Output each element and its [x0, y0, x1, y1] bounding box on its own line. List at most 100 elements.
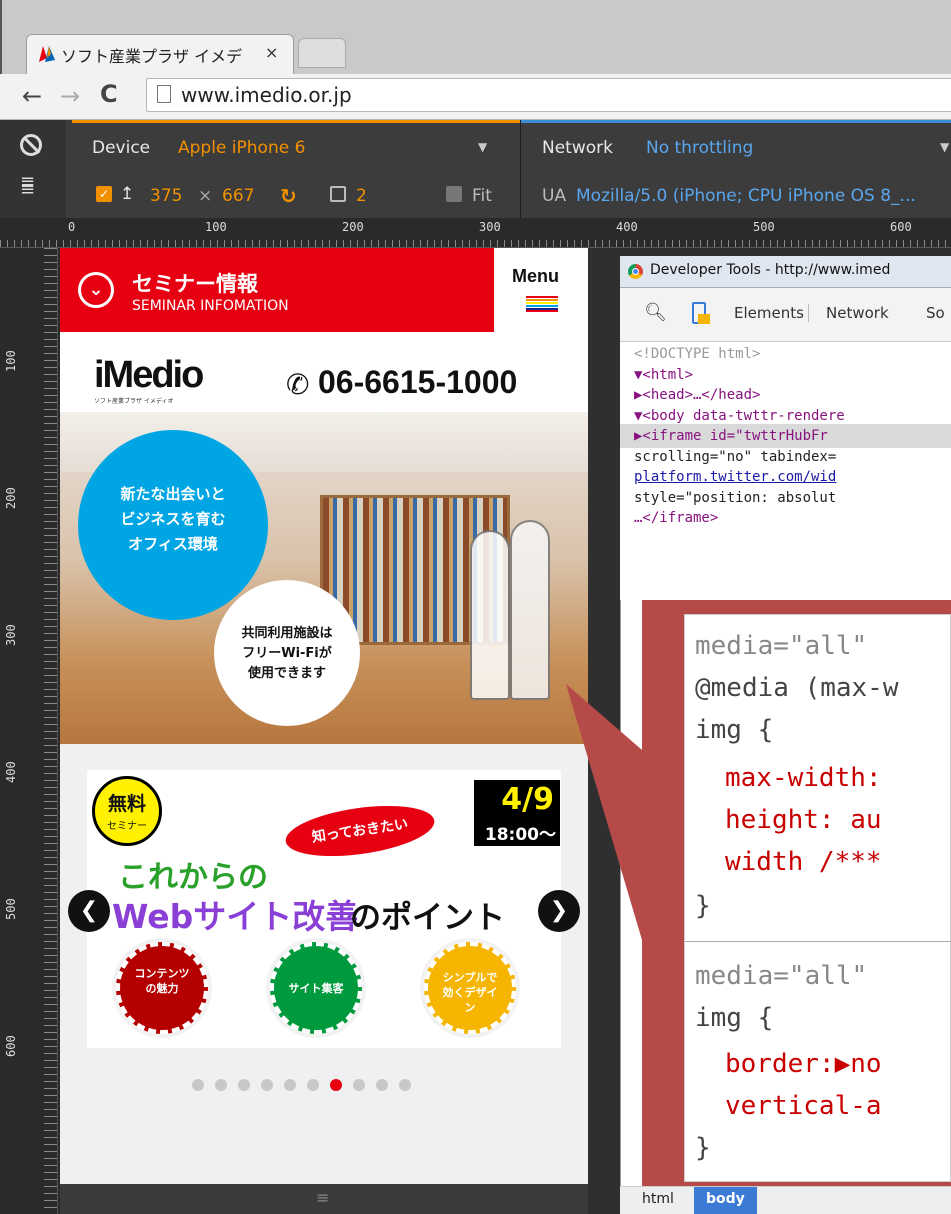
logo-tagline: ソフト産業プラザ イメディオ	[94, 398, 174, 405]
slider-dot[interactable]	[215, 1079, 227, 1091]
times-sign: ×	[198, 186, 213, 206]
ruler-label: 100	[205, 220, 227, 234]
network-accent	[521, 120, 951, 123]
zoom-line: }	[695, 891, 711, 921]
dom-line[interactable]: ▼<body data-twttr-rendere	[634, 408, 951, 429]
zoom-line: border:▶no	[725, 1049, 882, 1079]
ua-input[interactable]: Mozilla/5.0 (iPhone; CPU iPhone OS 8_...	[576, 186, 916, 206]
network-dropdown-icon[interactable]: ▼	[940, 140, 949, 154]
slider-dot[interactable]	[192, 1079, 204, 1091]
tab-sources[interactable]: So	[926, 304, 945, 322]
menu-label: Menu	[512, 266, 559, 286]
seminar-header[interactable]: ⌄ セミナー情報 SEMINAR INFOMATION	[60, 248, 494, 332]
slider-dot[interactable]	[330, 1079, 342, 1091]
zoom-line: media="all"	[695, 631, 868, 661]
zoom-line: img {	[695, 1003, 774, 1033]
menu-button[interactable]: Menu	[494, 248, 588, 332]
banner-time: 18:00〜	[484, 825, 556, 845]
hero-blue-circle: 新たな出会いと ビジネスを育む オフィス環境	[78, 430, 268, 620]
zoom-divider	[685, 941, 951, 942]
address-bar[interactable]: www.imedio.or.jp	[146, 78, 951, 112]
slider-dot[interactable]	[376, 1079, 388, 1091]
device-dropdown-icon[interactable]: ▼	[478, 140, 487, 154]
tab-imedio[interactable]: ソフト産業プラザ イメデ ×	[26, 34, 294, 74]
swap-dimensions-icon[interactable]: ↥	[120, 184, 134, 204]
dom-line[interactable]: scrolling="no" tabindex=	[634, 449, 951, 470]
slider-dots	[192, 1076, 492, 1091]
zoom-line: vertical-a	[725, 1091, 882, 1121]
slider-dot[interactable]	[284, 1079, 296, 1091]
reload-icon[interactable]: C	[100, 80, 118, 108]
zoom-line: width /***	[725, 847, 882, 877]
devtools-tabs: 🔍︎ Elements Network So	[620, 288, 951, 342]
breadcrumb-body[interactable]: body	[694, 1187, 757, 1214]
badge-content-label: コンテンツの魅力	[134, 967, 190, 995]
search-icon[interactable]: 🔍︎	[644, 302, 667, 323]
tab-close-icon[interactable]: ×	[265, 43, 278, 62]
device-mode-icon[interactable]	[692, 302, 710, 324]
tab-title: ソフト産業プラザ イメデ	[61, 47, 243, 66]
device-label: Device	[92, 138, 151, 158]
media-query-icon[interactable]: ≡ ≡	[20, 173, 35, 199]
height-input[interactable]: 667	[222, 186, 254, 206]
free-sublabel: セミナー	[107, 821, 147, 832]
dpr-input[interactable]: 2	[356, 186, 367, 206]
ruler-label: 400	[616, 220, 638, 234]
zoom-line: @media (max-w	[695, 673, 899, 703]
imedio-logo[interactable]: iMedio	[94, 354, 204, 397]
menu-icon	[526, 296, 558, 312]
vertical-ruler	[0, 248, 58, 1214]
resize-grip-icon[interactable]: ≡	[316, 1188, 329, 1207]
ruler-label: 200	[4, 487, 18, 509]
slider-dot[interactable]	[353, 1079, 365, 1091]
tab-elements[interactable]: Elements	[734, 304, 809, 322]
banner-date: 4/9	[501, 782, 554, 817]
badge-design: シンプルで効くデザイン	[424, 942, 516, 1034]
forward-icon[interactable]: →	[60, 82, 80, 110]
fit-checkbox[interactable]	[446, 186, 462, 202]
phone-icon: ✆	[286, 368, 310, 401]
slider-dot[interactable]	[399, 1079, 411, 1091]
breadcrumb-html[interactable]: html	[642, 1191, 674, 1207]
seminar-title: セミナー情報	[132, 272, 258, 296]
toolbar-separator	[520, 120, 521, 218]
dom-line[interactable]: ▶<iframe id="twttrHubFr	[634, 428, 951, 449]
dom-line[interactable]: style="position: absolut	[634, 490, 951, 511]
slider-dot[interactable]	[261, 1079, 273, 1091]
hero-white-circle: 共同利用施設は フリーWi-Fiが 使用できます	[214, 580, 360, 726]
dom-line[interactable]: platform.twitter.com/wid	[634, 469, 951, 490]
badge-traffic-label: サイト集客	[288, 982, 344, 995]
phone-number[interactable]: 06-6615-1000	[318, 364, 517, 401]
tab-network[interactable]: Network	[826, 304, 889, 322]
back-icon[interactable]: ←	[22, 82, 42, 110]
zoom-line: media="all"	[695, 961, 868, 991]
slider-prev-button[interactable]: ❮	[68, 890, 110, 932]
dom-line[interactable]: ▼<html>	[634, 367, 951, 388]
hero-white-line: 使用できます	[247, 666, 326, 681]
no-emulation-icon[interactable]	[20, 134, 42, 156]
network-select[interactable]: No throttling	[646, 138, 753, 158]
dom-tree-lines: <!DOCTYPE html> ▼<html> ▶<head>…</head> ▼…	[634, 346, 951, 531]
dpr-icon	[330, 186, 346, 202]
dom-line[interactable]: <!DOCTYPE html>	[634, 346, 951, 367]
chevron-down-icon[interactable]: ⌄	[78, 272, 114, 308]
zoom-line: max-width:	[725, 763, 882, 793]
chrome-icon	[628, 264, 643, 279]
new-tab-button[interactable]	[298, 38, 346, 68]
slider-dot[interactable]	[307, 1079, 319, 1091]
url-text: www.imedio.or.jp	[181, 83, 352, 107]
ua-label: UA	[542, 186, 567, 206]
device-select[interactable]: Apple iPhone 6	[178, 138, 305, 158]
banner-line2b: のポイント	[350, 900, 505, 936]
viewport-resize-handle[interactable]: ≡	[60, 1184, 588, 1214]
dom-line[interactable]: …</iframe>	[634, 510, 951, 531]
width-input[interactable]: 375	[150, 186, 182, 206]
rotate-icon[interactable]: ↻	[280, 184, 297, 208]
zoom-line: }	[695, 1133, 711, 1163]
dom-line[interactable]: ▶<head>…</head>	[634, 387, 951, 408]
devtools-window-title: Developer Tools - http://www.imed	[650, 262, 891, 278]
ruler-label: 300	[479, 220, 501, 234]
slider-dot[interactable]	[238, 1079, 250, 1091]
enable-checkbox[interactable]: ✓	[96, 186, 112, 202]
banner-line2a: Webサイト改善	[112, 897, 359, 936]
